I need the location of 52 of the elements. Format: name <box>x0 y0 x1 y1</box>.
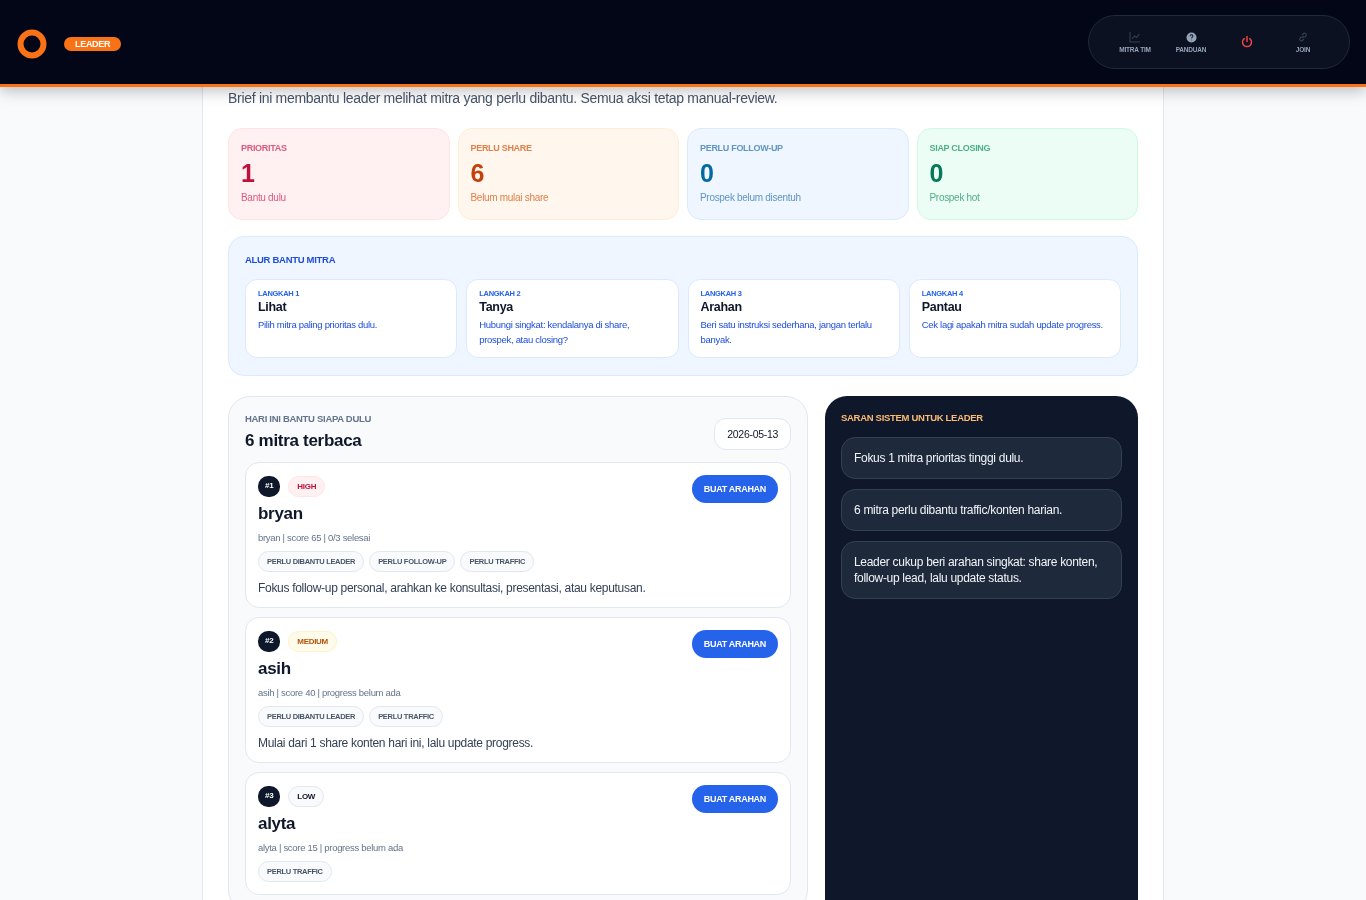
section-eyebrow: HARI INI BANTU SIAPA DULU <box>245 413 372 424</box>
suggestion-title: SARAN SISTEM UNTUK LEADER <box>841 412 984 423</box>
priority-badge: HIGH <box>288 476 326 497</box>
power-icon <box>1240 35 1254 49</box>
mitra-meta: bryan | score 65 | 0/3 selesai <box>258 532 371 543</box>
mitra-meta: alyta | score 15 | progress belum ada <box>258 842 403 853</box>
action-button[interactable]: BUAT ARAHAN <box>691 475 778 503</box>
step-title: Pantau <box>921 300 962 314</box>
mitra-name: alyta <box>258 814 296 834</box>
action-button[interactable]: BUAT ARAHAN <box>691 630 778 658</box>
flow-title: ALUR BANTU MITRA <box>245 254 337 265</box>
section-title: 6 mitra terbaca <box>245 431 363 451</box>
step-text: Cek lagi apakah mitra sudah update progress. <box>921 318 1103 332</box>
priority-badge: LOW <box>288 786 325 807</box>
rank-badge: #1 <box>258 476 281 497</box>
priority-badge: MEDIUM <box>288 631 337 652</box>
stat-value: 0 <box>700 158 714 188</box>
advice-text: Mulai dari 1 share konten hari ini, lalu update progress. <box>258 736 534 750</box>
stat-note: Belum mulai share <box>470 192 549 203</box>
mitra-name: asih <box>258 659 291 679</box>
brief-text: Brief ini membantu leader melihat mitra yang perlu dibantu. Semua aksi tetap manual-review. <box>228 89 779 108</box>
suggestion-item: Leader cukup beri arahan singkat: share konten, follow-up lead, lalu update status. <box>841 541 1122 599</box>
stat-note: Bantu dulu <box>241 192 286 203</box>
stat-note: Prospek belum disentuh <box>700 192 801 203</box>
role-badge: LEADER <box>64 36 122 51</box>
step-text: Pilih mitra paling prioritas dulu. <box>258 318 378 332</box>
line-chart-icon <box>1129 31 1141 43</box>
stat-label: PRIORITAS <box>241 143 287 153</box>
step-title: Tanya <box>479 300 513 314</box>
stat-value: 1 <box>241 158 255 188</box>
step-title: Lihat <box>258 300 287 314</box>
step-text: Hubungi singkat: kendalanya di share, prospek, atau closing? <box>479 318 631 347</box>
suggestion-item: Fokus 1 mitra prioritas tinggi dulu. <box>841 437 1122 479</box>
date-chip: 2026-05-13 <box>714 418 791 450</box>
stat-label: SIAP CLOSING <box>929 143 991 153</box>
mitra-name: bryan <box>258 504 303 524</box>
stat-note: Prospek hot <box>929 192 980 203</box>
action-button[interactable]: BUAT ARAHAN <box>691 785 778 813</box>
rank-badge: #2 <box>258 631 281 652</box>
stat-value: 0 <box>929 158 944 188</box>
rank-badge: #3 <box>258 786 281 807</box>
advice-text: Fokus follow-up personal, arahkan ke konsultasi, presentasi, atau keputusan. <box>258 581 646 595</box>
stat-label: PERLU SHARE <box>470 143 532 153</box>
mitra-meta: asih | score 40 | progress belum ada <box>258 687 401 698</box>
step-text: Beri satu instruksi sederhana, jangan terlalu banyak. <box>700 318 873 347</box>
step-title: Arahan <box>700 300 742 314</box>
ring-logo-icon <box>16 27 48 60</box>
suggestion-item: 6 mitra perlu dibantu traffic/konten harian. <box>841 489 1122 531</box>
link-icon <box>1297 31 1309 43</box>
stat-label: PERLU FOLLOW-UP <box>700 143 783 153</box>
help-icon <box>1185 31 1197 43</box>
stat-value: 6 <box>470 158 485 188</box>
